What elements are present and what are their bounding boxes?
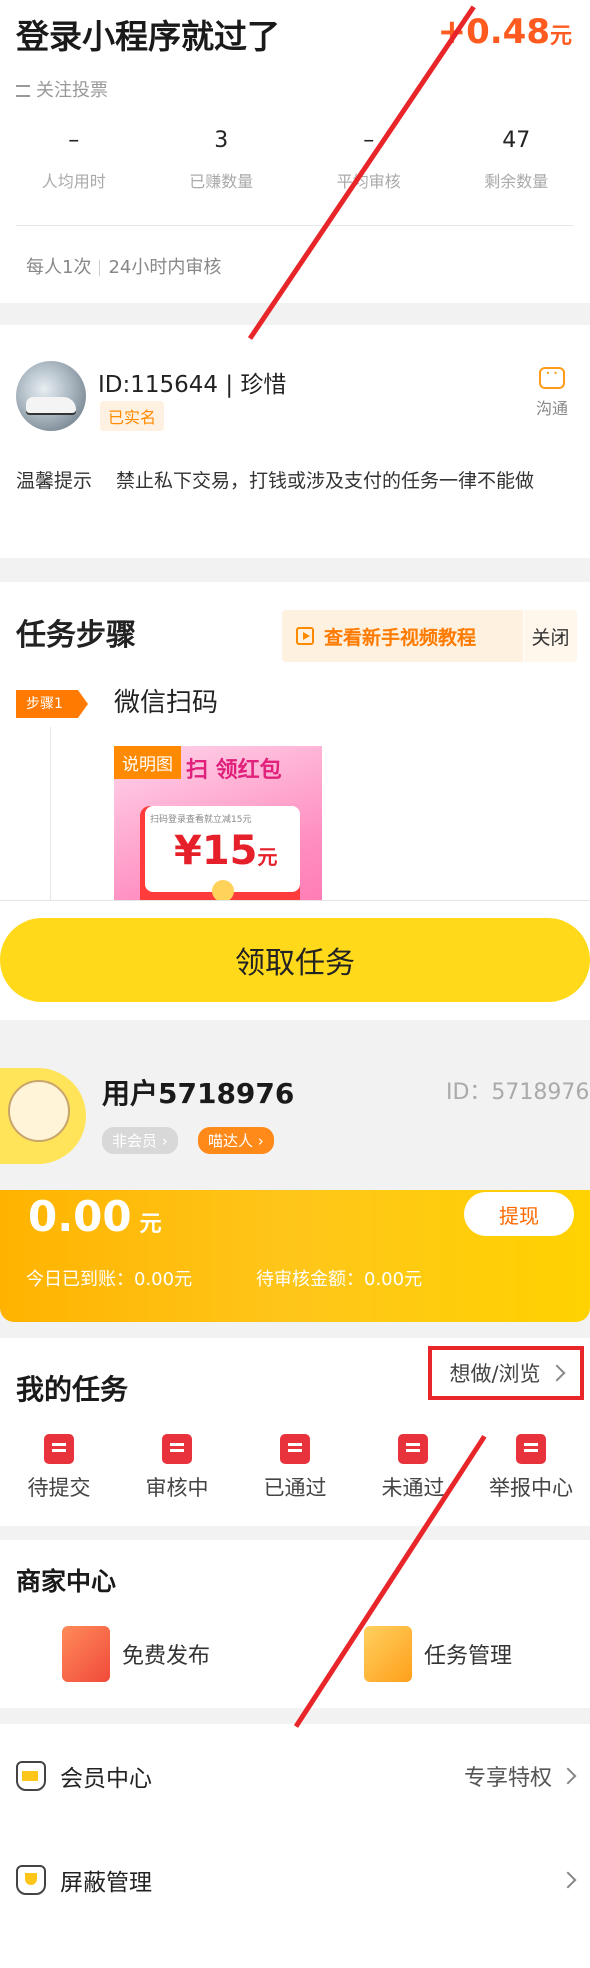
envelope-caption: 扫码登录查看就立减15元 — [150, 815, 252, 825]
tutorial-banner: 查看新手视频教程 关闭 — [282, 610, 577, 662]
today-received: 今日已到账：0.00元 — [26, 1269, 193, 1290]
task-status-list: 待提交 审核中 已通过 未通过 举报中心 — [0, 1434, 590, 1502]
task-stats: – 人均用时 3 已赚数量 – 平均审核 47 剩余数量 — [0, 128, 590, 192]
report-icon — [516, 1434, 546, 1464]
pending-amount: 待审核金额：0.00元 — [256, 1269, 423, 1290]
want-browse-link[interactable]: 想做/浏览 — [428, 1346, 584, 1400]
list-icon — [16, 85, 30, 97]
follow-vote-button[interactable]: 关注投票 — [16, 76, 108, 102]
task-limits: 每人1次 24小时内审核 — [26, 257, 222, 278]
upload-doc-icon — [44, 1434, 74, 1464]
report-center[interactable]: 举报中心 — [472, 1434, 590, 1502]
view-tutorial-link[interactable]: 查看新手视频教程 — [324, 623, 476, 650]
chevron-right-icon — [548, 1364, 566, 1382]
chevron-right-icon — [559, 1767, 577, 1785]
chat-icon — [539, 363, 565, 389]
stat-earned-count: 3 已赚数量 — [189, 128, 254, 191]
status-pending-submit[interactable]: 待提交 — [0, 1434, 118, 1502]
user-id: ID：5718976 — [446, 1080, 590, 1105]
safety-notice: 温馨提示 禁止私下交易，打钱或涉及支付的任务一律不能做 — [16, 470, 535, 492]
envelope-amount: ¥15元 — [174, 828, 278, 874]
user-name: 用户5718976 — [102, 1077, 295, 1110]
hamster-avatar-icon — [8, 1080, 70, 1142]
merchant-title: 商家中心 — [16, 1567, 117, 1596]
stat-avg-time: – 人均用时 — [41, 128, 106, 191]
step-name: 微信扫码 — [114, 688, 219, 718]
wallet-amount: 0.00 元 — [28, 1192, 162, 1241]
my-tasks-title: 我的任务 — [16, 1373, 129, 1406]
status-reviewing[interactable]: 审核中 — [118, 1434, 236, 1502]
menu-vip-center[interactable]: 会员中心 专享特权 — [0, 1724, 590, 1828]
approved-icon — [280, 1434, 310, 1464]
menu-block-manage[interactable]: 屏蔽管理 — [0, 1828, 590, 1932]
free-publish-button[interactable]: 免费发布 — [62, 1626, 210, 1682]
play-video-icon — [296, 627, 314, 645]
review-icon — [162, 1434, 192, 1464]
shield-icon — [16, 1865, 46, 1895]
explanation-heading: 扫 领红包 — [186, 758, 282, 783]
membership-badge[interactable]: 非会员 › — [102, 1127, 178, 1154]
publisher-id: ID:115644 | 珍惜 — [98, 372, 287, 398]
crown-icon — [16, 1761, 46, 1791]
close-tutorial-button[interactable]: 关闭 — [523, 610, 577, 662]
publish-icon — [62, 1626, 110, 1682]
verified-badge: 已实名 — [100, 401, 165, 431]
status-rejected[interactable]: 未通过 — [354, 1434, 472, 1502]
explanation-tag: 说明图 — [114, 746, 181, 779]
task-manage-button[interactable]: 任务管理 — [364, 1626, 512, 1682]
withdraw-button[interactable]: 提现 — [464, 1192, 574, 1236]
my-tasks-card: 我的任务 想做/浏览 待提交 审核中 已通过 未通过 举报中心 — [0, 1338, 590, 1526]
step-badge: 步骤1 — [16, 690, 88, 718]
chat-button[interactable]: 沟通 — [532, 363, 572, 419]
coin-icon — [212, 880, 234, 902]
task-title: 登录小程序就过了 — [16, 17, 280, 56]
publisher-card: ID:115644 | 珍惜 已实名 沟通 温馨提示 禁止私下交易，打钱或涉及支… — [0, 325, 590, 558]
divider — [16, 225, 574, 226]
stat-remaining: 47 剩余数量 — [484, 128, 549, 191]
claim-task-button[interactable]: 领取任务 — [0, 918, 590, 1002]
steps-title: 任务步骤 — [16, 618, 136, 653]
task-summary-card: 登录小程序就过了 +0.48元 关注投票 – 人均用时 3 已赚数量 – 平均审核 4… — [0, 0, 590, 303]
publisher-avatar[interactable] — [16, 361, 86, 431]
task-list-icon — [364, 1626, 412, 1682]
settings-menu: 会员中心 专享特权 屏蔽管理 — [0, 1724, 590, 1968]
status-approved[interactable]: 已通过 — [236, 1434, 354, 1502]
rejected-icon — [398, 1434, 428, 1464]
merchant-center-card: 商家中心 免费发布 任务管理 — [0, 1540, 590, 1708]
chevron-right-icon — [559, 1871, 577, 1889]
level-badge[interactable]: 喵达人 › — [198, 1127, 274, 1154]
